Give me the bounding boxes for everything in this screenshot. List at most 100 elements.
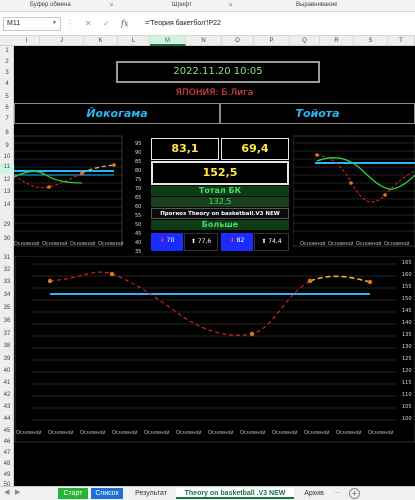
home-high-cell[interactable]: ⬆ 77,6 [184, 233, 218, 251]
row-header[interactable]: 37 [0, 331, 14, 337]
row-header[interactable]: 39 [0, 356, 14, 362]
column-header-m[interactable]: M [150, 36, 186, 46]
big-marker [109, 271, 115, 277]
insert-function-icon[interactable]: fx [121, 19, 128, 28]
row-header[interactable]: 13 [0, 189, 14, 195]
ribbon-group-font[interactable]: Шрифт [172, 2, 192, 8]
column-header-r[interactable]: R [320, 36, 354, 46]
row-header[interactable]: 46 [0, 439, 14, 445]
row-header[interactable]: 6 [0, 105, 14, 111]
datetime-cell[interactable]: 2022.11.20 10:05 [116, 61, 320, 83]
column-header-t[interactable]: T [388, 36, 415, 46]
team-away-cell[interactable]: Тойота [220, 103, 415, 124]
big-y-tick: 115 [402, 380, 412, 386]
column-header-p[interactable]: P [254, 36, 290, 46]
cancel-icon[interactable]: ✕ [85, 19, 92, 28]
total-label-cell[interactable]: Тотал БК [151, 186, 289, 196]
row-header[interactable]: 47 [0, 450, 14, 456]
ribbon-group-clipboard[interactable]: Буфер обмена [30, 2, 71, 8]
row-header[interactable]: 4 [0, 81, 14, 87]
home-low-cell[interactable]: ⬇ 70 [151, 233, 183, 251]
right-x-tick: Основной [384, 241, 410, 247]
scroll-left-icon[interactable]: ◀ [4, 488, 9, 496]
column-header-j[interactable]: J [40, 36, 84, 46]
total-value-cell[interactable]: 132,5 [151, 197, 289, 207]
row-header[interactable]: 31 [0, 255, 14, 261]
row-header[interactable]: 2 [0, 59, 14, 65]
away-low-cell[interactable]: ⬇ 82 [221, 233, 253, 251]
row-header[interactable]: 36 [0, 318, 14, 324]
row-header[interactable]: 32 [0, 267, 14, 273]
big-x-tick: Основной [112, 430, 138, 436]
tab-archive[interactable]: Архив [298, 488, 330, 499]
enter-icon[interactable]: ✓ [103, 19, 110, 28]
ribbon-group-alignment[interactable]: Выравнивание [296, 2, 337, 8]
team-home-name: Йокогама [86, 107, 148, 120]
big-x-tick: Основной [208, 430, 234, 436]
score-away-cell[interactable]: 69,4 [221, 138, 289, 160]
row-header[interactable]: 5 [0, 94, 14, 100]
row-header[interactable]: 42 [0, 392, 14, 398]
forecast-label-cell[interactable]: Прогноз Theory on basketball.V3 NEW [151, 208, 289, 219]
add-sheet-icon[interactable]: + [349, 488, 360, 499]
row-header[interactable]: 9 [0, 143, 14, 149]
score-home-cell[interactable]: 83,1 [151, 138, 219, 160]
row-header[interactable]: 34 [0, 292, 14, 298]
column-header-o[interactable]: O [222, 36, 254, 46]
column-header-n[interactable]: N [186, 36, 222, 46]
row-header[interactable]: 3 [0, 70, 14, 76]
column-header-l[interactable]: L [118, 36, 150, 46]
left-y-tick: 75 [135, 177, 142, 183]
big-x-tick: Основной [80, 430, 106, 436]
tab-result[interactable]: Результат [130, 488, 172, 499]
row-header[interactable]: 49 [0, 472, 14, 478]
row-header[interactable]: 45 [0, 428, 14, 434]
row-header[interactable]: 29 [0, 222, 14, 228]
row-header-selected[interactable]: 11 [0, 164, 14, 174]
row-header[interactable]: 41 [0, 380, 14, 386]
font-launcher-icon[interactable]: ⇲ [228, 2, 232, 8]
vertical-dots-icon: ⋮ [66, 19, 74, 28]
column-header-s[interactable]: S [354, 36, 388, 46]
more-sheets-icon[interactable]: … [333, 488, 340, 495]
worksheet-area[interactable]: 2022.11.20 10:05 ЯПОНИЯ: Б.Лига Йокогама… [14, 46, 415, 486]
row-header[interactable]: 30 [0, 236, 14, 242]
total-sum-cell[interactable]: 152,5 [151, 161, 289, 185]
tab-list[interactable]: Список [91, 488, 123, 499]
chevron-down-icon[interactable]: ▼ [52, 20, 57, 26]
column-header-q[interactable]: Q [290, 36, 320, 46]
row-header[interactable]: 38 [0, 343, 14, 349]
tab-start[interactable]: Старт [58, 488, 88, 499]
arrow-up-icon: ⬆ [190, 238, 196, 245]
right-marker [383, 193, 387, 197]
tab-theory[interactable]: Theory on basketball .V3 NEW [176, 488, 294, 499]
away-high-cell[interactable]: ⬆ 74,4 [254, 233, 289, 251]
row-header[interactable]: 33 [0, 279, 14, 285]
column-header-k[interactable]: K [84, 36, 118, 46]
arrow-down-icon: ⬇ [159, 237, 165, 244]
row-header[interactable]: 1 [0, 48, 14, 54]
row-header[interactable]: 40 [0, 368, 14, 374]
row-header[interactable]: 10 [0, 154, 14, 160]
row-header[interactable]: 14 [0, 202, 14, 208]
scroll-right-icon[interactable]: ▶ [15, 488, 20, 496]
home-high-value: 77,6 [197, 238, 212, 245]
left-y-tick: 65 [135, 195, 142, 201]
row-header[interactable]: 12 [0, 177, 14, 183]
team-home-cell[interactable]: Йокогама [14, 103, 220, 124]
arrow-up-icon: ⬆ [261, 238, 267, 245]
big-y-tick: 120 [402, 368, 412, 374]
row-header[interactable]: 35 [0, 305, 14, 311]
left-marker [80, 171, 84, 175]
left-y-tick: 95 [135, 141, 142, 147]
row-header[interactable]: 43 [0, 404, 14, 410]
clipboard-launcher-icon[interactable]: ⇲ [109, 2, 113, 8]
league-cell[interactable]: ЯПОНИЯ: Б.Лига [14, 84, 415, 102]
row-header[interactable]: 8 [0, 130, 14, 136]
row-header[interactable]: 44 [0, 416, 14, 422]
row-header[interactable]: 7 [0, 116, 14, 122]
forecast-result-cell[interactable]: Больше [151, 220, 289, 230]
row-header[interactable]: 48 [0, 461, 14, 467]
formula-input[interactable]: ='Теория бакетбол'!P22 [145, 20, 221, 27]
column-header-i[interactable]: I [14, 36, 40, 46]
